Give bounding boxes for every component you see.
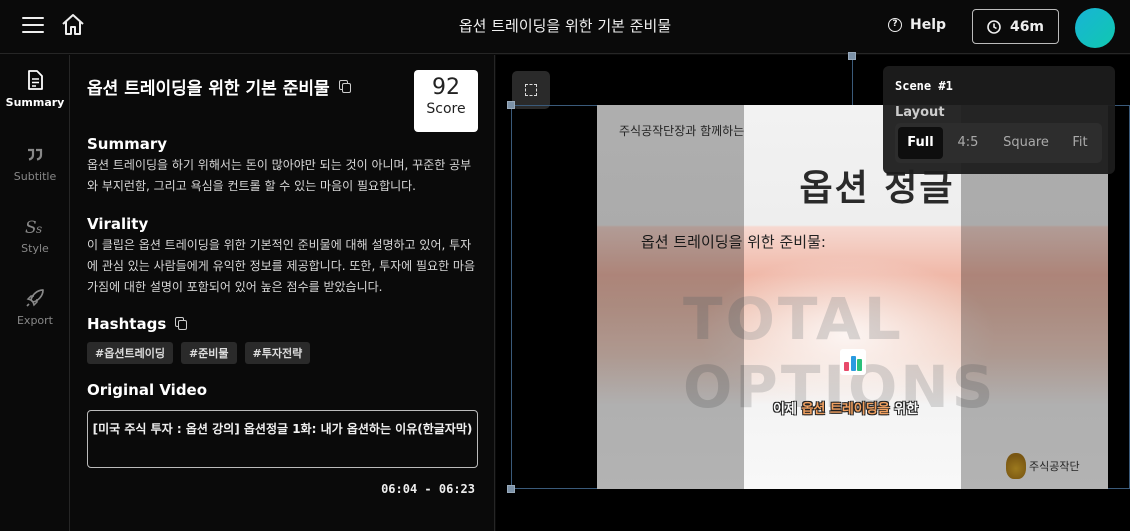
virality-heading: Virality (87, 215, 149, 233)
original-video-link[interactable]: [미국 주식 투자 : 옵션 강의] 옵션정글 1화: 내가 옵션하는 이유(한… (87, 410, 478, 468)
menu-icon[interactable] (22, 16, 44, 34)
video-caption: 이제 옵션 트레이딩을 위한 (773, 398, 918, 417)
clip-title: 옵션 트레이딩을 위한 기본 준비물 (87, 74, 352, 99)
quote-icon (28, 148, 43, 161)
help-button[interactable]: ? Help (888, 17, 946, 33)
layout-option-square[interactable]: Square (993, 127, 1059, 159)
layout-selector: Full 4:5 Square Fit (895, 123, 1102, 163)
score-label: Score (426, 101, 466, 117)
rotate-guide (852, 55, 853, 105)
virality-text: 이 클립은 옵션 트레이딩을 위한 기본적인 준비물에 대해 설명하고 있어, … (87, 238, 476, 294)
sidebar-item-summary[interactable]: Summary (0, 69, 70, 109)
crop-icon (525, 84, 537, 96)
style-icon: S s (25, 218, 42, 237)
sidebar-item-style[interactable]: S s Style (0, 215, 70, 255)
caption-highlight: 옵션 트레이딩을 (801, 402, 890, 417)
sidebar-item-export[interactable]: Export (0, 287, 70, 327)
document-icon (28, 70, 43, 90)
side-nav: Summary Subtitle S s Style Export (0, 55, 70, 531)
resize-handle-top-left[interactable] (507, 101, 515, 109)
page-title: 옵션 트레이딩을 위한 기본 준비물 (458, 17, 672, 35)
copy-icon[interactable] (175, 317, 188, 331)
layout-option-full[interactable]: Full (898, 127, 943, 159)
original-video-heading: Original Video (87, 381, 208, 399)
hashtags-heading-text: Hashtags (87, 315, 167, 333)
clip-time-range: 06:04 - 06:23 (381, 482, 475, 496)
bar-chart-icon (840, 349, 866, 375)
sidebar-item-label: Export (16, 314, 53, 327)
sidebar-item-label: Style (21, 242, 49, 255)
rocket-icon (26, 289, 44, 307)
layout-option-fit[interactable]: Fit (1061, 127, 1099, 159)
hashtag-chip[interactable]: #준비물 (180, 342, 237, 364)
sidebar-item-label: Summary (5, 96, 65, 109)
help-label: Help (910, 17, 947, 33)
hashtag-chip[interactable]: #투자전략 (244, 342, 311, 364)
top-bar: 옵션 트레이딩을 위한 기본 준비물 ? Help 46m (0, 0, 1130, 54)
scene-title: Scene #1 (895, 79, 953, 93)
caption-pre: 이제 (773, 402, 802, 417)
avatar[interactable] (1075, 8, 1115, 48)
question-icon: ? (888, 18, 902, 32)
clock-icon (987, 19, 1001, 34)
resize-handle-bottom-left[interactable] (507, 485, 515, 493)
summary-panel: 옵션 트레이딩을 위한 기본 준비물 92 Score Summary 옵션 트… (71, 55, 495, 531)
layout-option-4-5[interactable]: 4:5 (947, 127, 989, 159)
caption-post: 위한 (889, 402, 919, 417)
home-icon[interactable] (60, 12, 86, 38)
hashtags-heading: Hashtags (87, 315, 188, 333)
score-value: 92 (432, 75, 460, 100)
rotate-handle[interactable] (848, 52, 856, 60)
summary-text: 옵션 트레이딩을 하기 위해서는 돈이 많아야만 되는 것이 아니며, 꾸준한 … (87, 158, 472, 193)
timer-label: 46m (1009, 18, 1045, 35)
sidebar-item-subtitle[interactable]: Subtitle (0, 143, 70, 183)
layout-label: Layout (895, 105, 945, 120)
credits-timer-button[interactable]: 46m (972, 9, 1059, 44)
clip-title-text: 옵션 트레이딩을 위한 기본 준비물 (87, 79, 330, 99)
summary-heading: Summary (87, 135, 168, 153)
score-badge: 92 Score (414, 70, 478, 132)
copy-icon[interactable] (338, 79, 352, 94)
crop-button[interactable] (512, 71, 550, 109)
svg-text:S: S (25, 218, 37, 237)
hashtag-list: #옵션트레이딩 #준비물 #투자전략 (87, 342, 311, 364)
crop-dim-left (597, 105, 744, 489)
scene-layout-panel: Scene #1 Layout Full 4:5 Square Fit (883, 66, 1115, 174)
svg-text:s: s (36, 222, 42, 236)
hashtag-chip[interactable]: #옵션트레이딩 (87, 342, 173, 364)
sidebar-item-label: Subtitle (13, 170, 57, 183)
